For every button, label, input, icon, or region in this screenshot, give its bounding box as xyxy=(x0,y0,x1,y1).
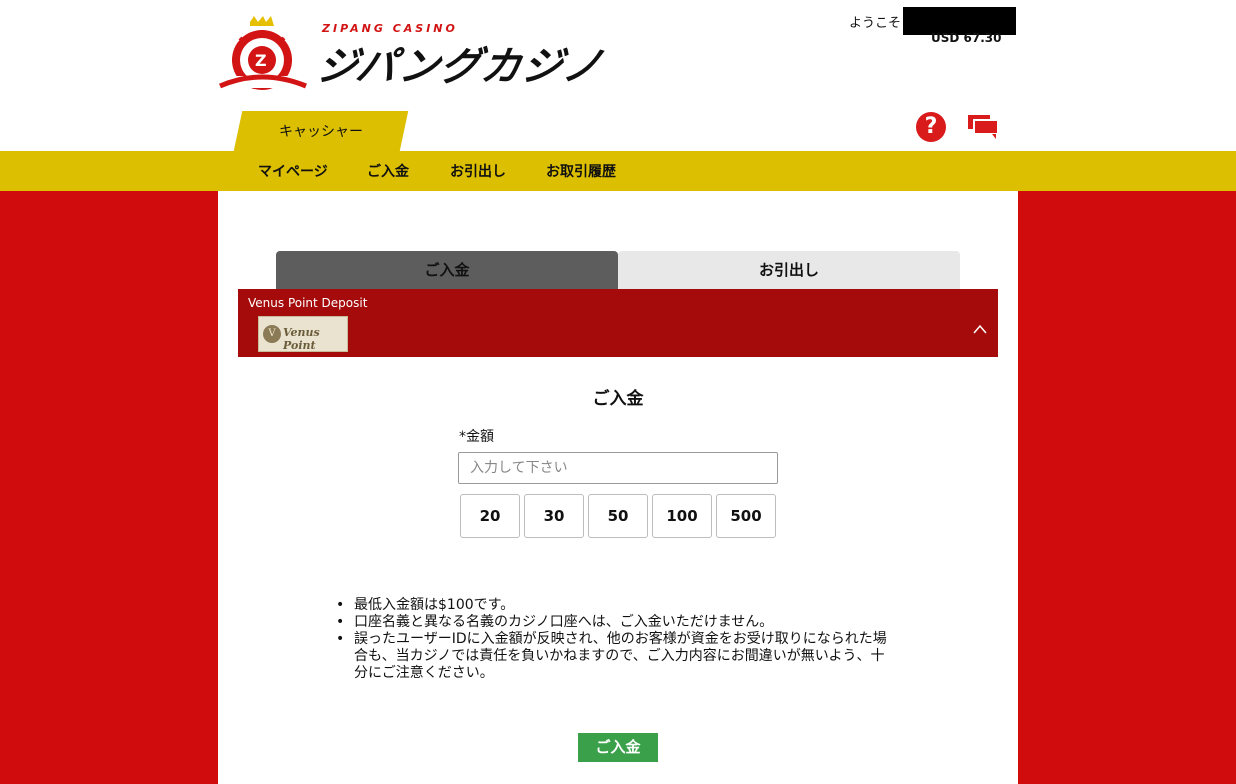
nav-item-history[interactable]: お取引履歴 xyxy=(546,161,616,181)
venus-point-emblem-icon: V xyxy=(263,325,281,343)
tab-withdraw[interactable]: お引出し xyxy=(618,251,960,289)
note-text: 誤ったユーザーIDに入金額が反映され、他のお客様が資金をお受け取りになられた場合… xyxy=(354,631,887,681)
preset-amount-button[interactable]: 20 xyxy=(460,494,520,538)
chat-icon[interactable] xyxy=(966,113,1000,139)
svg-text:Z: Z xyxy=(255,51,267,70)
preset-amount-button[interactable]: 100 xyxy=(652,494,712,538)
bullet: • xyxy=(336,631,345,647)
note-item: • 口座名義と異なる名義のカジノ口座へは、ご入金いただけません。 xyxy=(334,614,934,631)
note-item: • 誤ったユーザーIDに入金額が反映され、他のお客様が資金をお受け取りになられた… xyxy=(334,631,894,682)
deposit-section-title: ご入金 xyxy=(592,389,644,409)
deposit-notes: • 最低入金額は$100です。 • 口座名義と異なる名義のカジノ口座へは、ご入金… xyxy=(334,597,934,682)
bullet: • xyxy=(336,614,345,630)
account-balance: USD 67.30 xyxy=(931,31,1002,45)
logo-title: ジパングカジノ xyxy=(314,44,607,90)
note-item: • 最低入金額は$100です。 xyxy=(334,597,934,614)
tab-deposit[interactable]: ご入金 xyxy=(276,251,618,289)
note-text: 最低入金額は$100です。 xyxy=(354,597,515,613)
deposit-submit-button[interactable]: ご入金 xyxy=(578,733,658,762)
payment-method-title: Venus Point Deposit xyxy=(248,296,368,310)
cashier-nav-bar xyxy=(0,151,1236,191)
nav-item-mypage[interactable]: マイページ xyxy=(258,161,328,181)
venus-point-logo-text: Venus Point xyxy=(283,326,320,352)
nav-item-deposit[interactable]: ご入金 xyxy=(367,161,409,181)
chevron-up-icon[interactable] xyxy=(972,322,988,336)
preset-amount-button[interactable]: 500 xyxy=(716,494,776,538)
amount-input[interactable] xyxy=(458,452,778,484)
note-text: 口座名義と異なる名義のカジノ口座へは、ご入金いただけません。 xyxy=(354,614,774,630)
amount-label: *金額 xyxy=(459,429,494,445)
cashier-tab-label[interactable]: キャッシャー xyxy=(238,121,404,141)
preset-amount-button[interactable]: 50 xyxy=(588,494,648,538)
preset-amount-button[interactable]: 30 xyxy=(524,494,584,538)
nav-item-withdraw[interactable]: お引出し xyxy=(450,161,506,181)
bullet: • xyxy=(336,597,345,613)
help-icon[interactable]: ? xyxy=(916,112,946,142)
venus-point-logo: V Venus Point xyxy=(258,316,348,352)
welcome-text: ようこそ xyxy=(849,16,902,31)
